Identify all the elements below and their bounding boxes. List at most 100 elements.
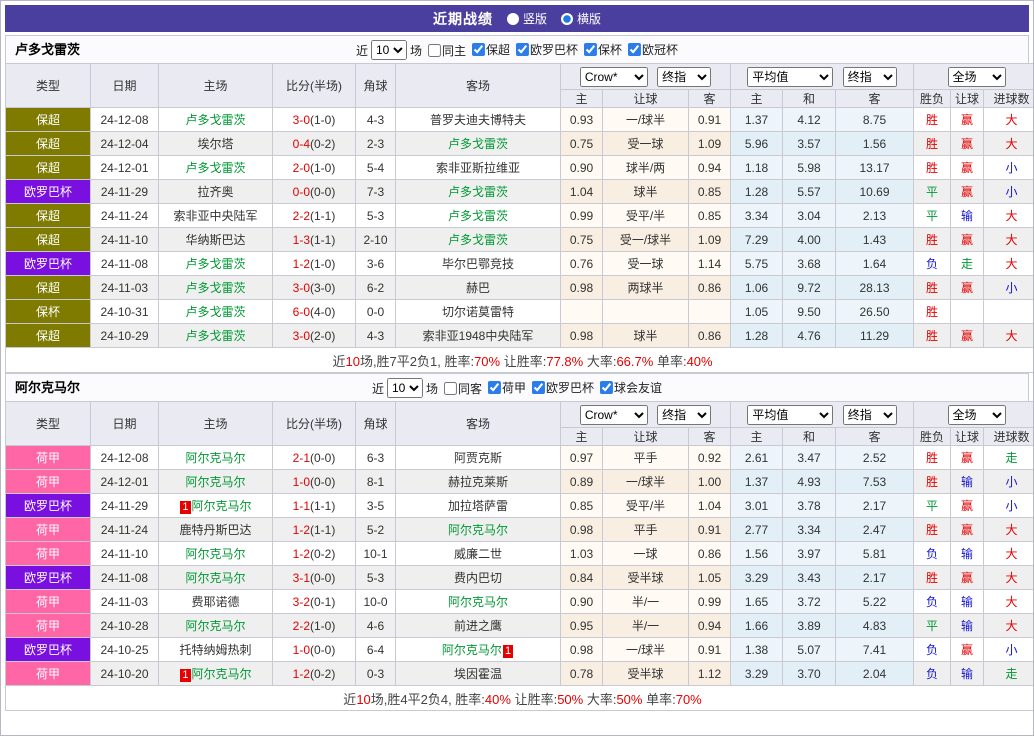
handicap-line: 球半 [603,324,689,348]
final-index-select[interactable]: 终指 [843,67,897,87]
match-row: 保超24-12-08卢多戈雷茨3-0(1-0)4-3普罗夫迪夫博特夫0.93一/… [6,108,1034,132]
result-outcome: 负 [914,590,951,614]
same-venue-checkbox[interactable] [444,382,457,395]
score: 1-3(1-1) [273,228,356,252]
score: 1-2(0-2) [273,662,356,686]
result-outcome: 平 [914,494,951,518]
cell-text: 赫拉克莱斯 [448,475,508,489]
average-group-header: 平均值 终指 [731,64,914,90]
avg-home-odds: 2.61 [731,446,783,470]
league-checkbox[interactable] [488,381,501,394]
result-outcome: 负 [914,252,951,276]
sub-header-handicap-result: 让球 [951,428,984,446]
radio-horizontal-layout[interactable]: 横版 [561,10,601,27]
average-select[interactable]: 平均值 [747,405,833,425]
radio-vertical-layout[interactable]: 竖版 [507,10,547,27]
section-ludogorets: 卢多戈雷茨 近 10 场 同主 保超欧罗巴杯保杯欧冠杯 类型 [5,35,1029,373]
handicap-home-odds: 0.89 [561,470,603,494]
league-filter[interactable]: 欧冠杯 [622,41,678,58]
league-filter[interactable]: 球会友谊 [594,379,662,396]
sub-header-home-odds: 主 [561,428,603,446]
sub-header-home-odds: 主 [561,90,603,108]
league-checkbox[interactable] [532,381,545,394]
league-filter[interactable]: 保杯 [578,41,622,58]
home-team: 拉齐奥 [159,180,273,204]
same-venue-checkbox[interactable] [428,44,441,57]
match-count-select[interactable]: 10 [387,378,423,398]
league-checkbox[interactable] [516,43,529,56]
score: 1-2(1-0) [273,252,356,276]
league-checkbox[interactable] [628,43,641,56]
match-row: 保超24-12-04埃尔塔0-4(0-2)2-3卢多戈雷茨0.75受一球1.09… [6,132,1034,156]
handicap-line: 受一球 [603,252,689,276]
avg-home-odds: 5.96 [731,132,783,156]
avg-draw-odds: 5.57 [783,180,836,204]
result-goals [984,300,1034,324]
result-handicap: 走 [951,252,984,276]
cell-text: 卢多戈雷茨 [448,209,508,223]
cell-text: 托特纳姆热刺 [179,643,251,657]
result-goals: 走 [984,662,1034,686]
score: 0-0(0-0) [273,180,356,204]
league-checkbox[interactable] [584,43,597,56]
cell-text: 卢多戈雷茨 [448,137,508,151]
result-handicap: 赢 [951,324,984,348]
handicap-line [603,300,689,324]
same-venue-filter[interactable]: 同客 [438,380,482,397]
result-handicap: 赢 [951,518,984,542]
average-select[interactable]: 平均值 [747,67,833,87]
result-goals: 大 [984,204,1034,228]
same-venue-filter[interactable]: 同主 [422,42,466,59]
match-row: 荷甲24-10-28阿尔克马尔2-2(1-0)4-6前进之鹰0.95半/一0.9… [6,614,1034,638]
match-row: 保超24-10-29卢多戈雷茨3-0(2-0)4-3索非亚1948中央陆军0.9… [6,324,1034,348]
final-index-select[interactable]: 终指 [657,67,711,87]
summary-label: 场,胜4平2负4, 胜率: [371,692,485,707]
match-row: 欧罗巴杯24-11-08卢多戈雷茨1-2(1-0)3-6毕尔巴鄂竞技0.76受一… [6,252,1034,276]
sub-header-handicap-result: 让球 [951,90,984,108]
league-badge: 欧罗巴杯 [6,252,91,276]
league-badge: 保超 [6,132,91,156]
handicap-home-odds: 0.75 [561,132,603,156]
col-header-type: 类型 [6,402,91,446]
bookmaker-select[interactable]: Crow* [580,405,648,425]
cell-text: 切尔诺莫雷特 [442,305,514,319]
league-checkbox[interactable] [472,43,485,56]
cell-text: 3-1 [293,571,310,585]
away-team: 卢多戈雷茨 [396,132,561,156]
handicap-line: 受平/半 [603,494,689,518]
avg-draw-odds: 3.89 [783,614,836,638]
near-label: 近 [356,42,368,59]
full-match-select[interactable]: 全场 [948,67,1006,87]
league-badge: 保超 [6,108,91,132]
handicap-away-odds: 0.85 [689,180,731,204]
away-team: 卢多戈雷茨 [396,204,561,228]
cell-text: (0-1) [310,595,335,609]
cell-text: 阿尔克马尔 [192,667,252,681]
league-label: 欧冠杯 [642,41,678,58]
sub-header-outcome: 胜负 [914,428,951,446]
radio-vertical-label: 竖版 [523,10,547,27]
match-count-select[interactable]: 10 [371,40,407,60]
bookmaker-select[interactable]: Crow* [580,67,648,87]
sub-header-away-odds: 客 [689,428,731,446]
final-index-select[interactable]: 终指 [843,405,897,425]
handicap-home-odds: 0.99 [561,204,603,228]
league-filter[interactable]: 荷甲 [482,379,526,396]
final-index-select[interactable]: 终指 [657,405,711,425]
result-outcome: 平 [914,204,951,228]
league-checkbox[interactable] [600,381,613,394]
handicap-line: 受一/球半 [603,228,689,252]
full-match-select[interactable]: 全场 [948,405,1006,425]
away-team: 阿尔克马尔 [396,518,561,542]
sub-header-handicap: 让球 [603,428,689,446]
league-filter[interactable]: 欧罗巴杯 [510,41,578,58]
away-team: 普罗夫迪夫博特夫 [396,108,561,132]
handicap-away-odds: 0.86 [689,276,731,300]
handicap-home-odds: 1.03 [561,542,603,566]
league-filter[interactable]: 欧罗巴杯 [526,379,594,396]
league-filter[interactable]: 保超 [466,41,510,58]
corner-score: 2-3 [356,132,396,156]
cell-text: (4-0) [310,305,335,319]
away-team: 切尔诺莫雷特 [396,300,561,324]
league-label: 欧罗巴杯 [530,41,578,58]
